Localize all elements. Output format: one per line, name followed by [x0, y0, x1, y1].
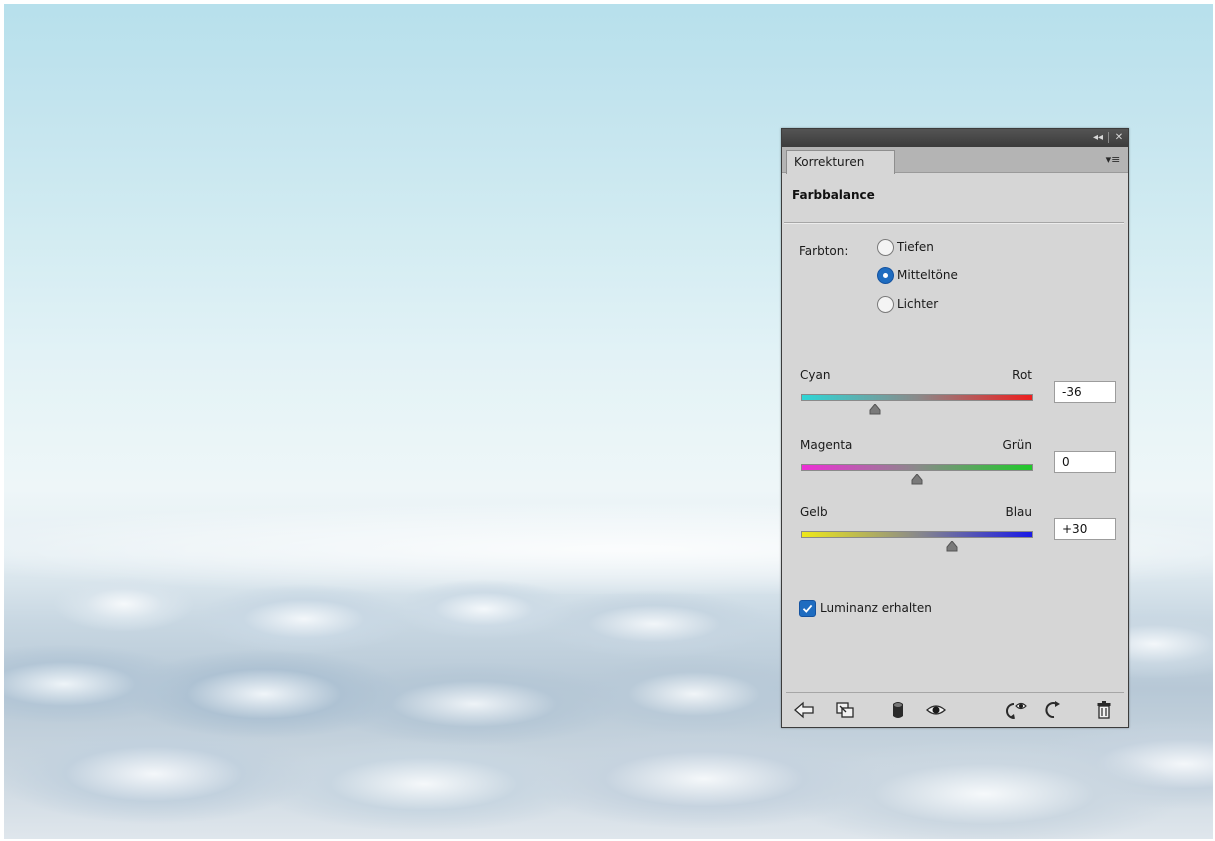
slider-gelb-blau: Gelb Blau +30	[800, 505, 1120, 555]
back-arrow-icon[interactable]	[792, 698, 816, 722]
slider-left-label: Gelb	[800, 505, 828, 519]
radio-button-selected[interactable]	[877, 266, 894, 284]
radio-tiefen[interactable]: Tiefen	[877, 237, 934, 257]
slider-left-label: Cyan	[800, 368, 831, 382]
view-previous-state-icon[interactable]	[1004, 698, 1028, 722]
slider-magenta-gruen: Magenta Grün 0	[800, 438, 1120, 488]
panel-menu-icon[interactable]: ▾≡	[1103, 153, 1123, 167]
panel-toolbar	[782, 694, 1128, 726]
slider-right-label: Blau	[1005, 505, 1032, 519]
adjustments-panel: ◂◂ ✕ Korrekturen ▾≡ Farbbalance Farbton:…	[781, 128, 1129, 728]
radio-lichter[interactable]: Lichter	[877, 294, 938, 314]
slider-thumb[interactable]	[946, 541, 958, 552]
slider-track[interactable]	[801, 394, 1033, 401]
slider-left-label: Magenta	[800, 438, 853, 452]
slider-right-label: Rot	[1012, 368, 1032, 382]
value-field[interactable]: 0	[1054, 451, 1116, 473]
value-field[interactable]: -36	[1054, 381, 1116, 403]
slider-right-label: Grün	[1002, 438, 1032, 452]
eye-icon[interactable]	[924, 698, 948, 722]
radio-button[interactable]	[877, 295, 894, 313]
checkbox-label: Luminanz erhalten	[820, 601, 932, 615]
panel-titlebar[interactable]: ◂◂ ✕	[782, 129, 1128, 147]
slider-thumb[interactable]	[869, 404, 881, 415]
close-panel-icon[interactable]: ✕	[1111, 131, 1127, 144]
collapse-panel-icon[interactable]: ◂◂	[1090, 131, 1106, 144]
slider-track[interactable]	[801, 531, 1033, 538]
preserve-luminosity-checkbox[interactable]: Luminanz erhalten	[799, 599, 932, 617]
clip-to-layer-icon[interactable]	[833, 698, 857, 722]
radio-label: Tiefen	[897, 240, 934, 254]
slider-thumb[interactable]	[911, 474, 923, 485]
radio-label: Lichter	[897, 297, 939, 311]
adjustment-title: Farbbalance	[792, 188, 875, 202]
reset-icon[interactable]	[1042, 698, 1066, 722]
toolbar-divider	[786, 692, 1124, 693]
radio-button[interactable]	[877, 238, 894, 256]
radio-label: Mitteltöne	[897, 268, 958, 282]
titlebar-separator	[1108, 132, 1109, 143]
slider-cyan-rot: Cyan Rot -36	[800, 368, 1120, 418]
tab-korrekturen[interactable]: Korrekturen	[786, 150, 895, 174]
checkbox-checked[interactable]	[799, 599, 816, 617]
trash-icon[interactable]	[1092, 698, 1116, 722]
slider-track[interactable]	[801, 464, 1033, 471]
heading-divider	[784, 222, 1124, 224]
visibility-mask-icon[interactable]	[886, 698, 910, 722]
tone-label: Farbton:	[799, 244, 849, 258]
panel-tabstrip: Korrekturen ▾≡	[782, 147, 1128, 174]
radio-mitteltoene[interactable]: Mitteltöne	[877, 265, 958, 285]
value-field[interactable]: +30	[1054, 518, 1116, 540]
